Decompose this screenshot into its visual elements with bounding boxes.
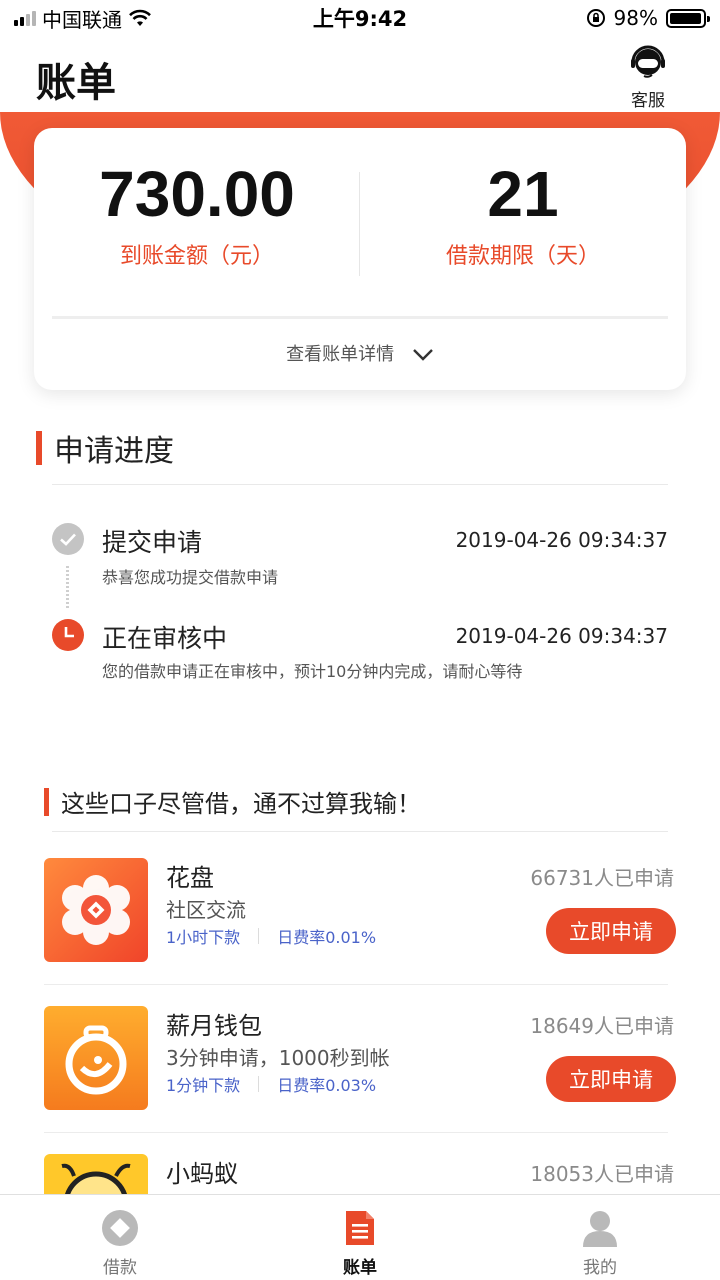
amount-value: 730.00 [99,158,295,230]
loan-tag-speed: 1小时下款 [166,928,241,947]
wifi-icon [129,9,151,26]
clock-icon [52,619,84,651]
step-description: 您的借款申请正在审核中，预计10分钟内完成，请耐心等待 [102,662,523,681]
battery-level [670,12,702,24]
loan-item[interactable]: 花盘 社区交流 1小时下款 日费率0.01% 66731人已申请 立即申请 [0,858,720,1006]
tab-label: 账单 [343,1258,377,1278]
loan-tag-rate: 日费率0.01% [277,928,377,947]
status-bar: 中国联通 上午9:42 98% [0,0,720,36]
loan-item[interactable]: 小蚂蚁 18053人已申请 [0,1154,720,1194]
loan-description: 3分钟申请，1000秒到帐 [166,1046,390,1070]
term-stat: 21 借款期限（天） [360,158,686,270]
tag-separator [258,1076,260,1092]
loans-section-heading: 这些口子尽管借，通不过算我输！ [44,784,421,819]
tab-label: 我的 [583,1258,617,1278]
customer-service-button[interactable]: 客服 [624,44,672,111]
progress-section-title: 申请进度 [54,434,174,469]
huapan-logo-icon [44,858,148,962]
battery-icon [666,8,710,28]
card-divider [52,316,668,319]
progress-section-heading: 申请进度 [36,426,174,470]
term-value: 21 [487,158,559,230]
progress-divider [52,484,668,485]
loan-tag-rate: 日费率0.03% [277,1076,377,1095]
amount-stat: 730.00 到账金额（元） [34,158,360,270]
signal-icon [14,10,36,26]
tag-separator [258,928,260,944]
loan-applicant-count: 66731人已申请 [530,866,674,890]
loan-name: 花盘 [166,864,214,892]
loan-name: 薪月钱包 [166,1012,262,1040]
carrier-name: 中国联通 [42,7,122,32]
bill-summary-card: 730.00 到账金额（元） 21 借款期限（天） 查看账单详情 [34,128,686,390]
chevron-down-icon [413,349,433,361]
loan-tag-speed: 1分钟下款 [166,1076,241,1095]
section-accent-bar [44,787,49,816]
xinyue-logo-icon [44,1006,148,1110]
loan-applicant-count: 18649人已申请 [530,1014,674,1038]
tab-mine[interactable]: 我的 [480,1195,720,1280]
loan-tags: 1小时下款 日费率0.01% [166,924,376,948]
step-title: 正在审核中 [102,624,228,653]
rotation-lock-icon [586,9,605,27]
headset-icon [631,45,665,78]
header: 账单 客服 [0,36,720,112]
loan-divider [44,984,668,985]
loans-divider [52,831,668,832]
tab-loan[interactable]: 借款 [0,1195,240,1280]
battery-percent: 98% [613,6,658,30]
person-icon [583,1211,617,1247]
tab-bill[interactable]: 账单 [240,1195,480,1280]
loan-item[interactable]: 薪月钱包 3分钟申请，1000秒到帐 1分钟下款 日费率0.03% 18649人… [0,1006,720,1154]
apply-now-button[interactable]: 立即申请 [546,1056,676,1102]
loan-diamond-icon [102,1210,138,1246]
step-title: 提交申请 [102,528,203,557]
loan-divider [44,1132,668,1133]
loans-section-title: 这些口子尽管借，通不过算我输！ [61,790,421,818]
page-title: 账单 [36,60,116,106]
apply-now-button[interactable]: 立即申请 [546,908,676,954]
loan-name: 小蚂蚁 [166,1160,238,1188]
ant-logo-icon [44,1154,148,1194]
term-label: 借款期限（天） [445,244,600,269]
step-time: 2019-04-26 09:34:37 [455,624,668,648]
timeline-connector [66,566,69,608]
view-bill-details-link[interactable]: 查看账单详情 [34,340,686,366]
step-time: 2019-04-26 09:34:37 [455,528,668,552]
loan-tags: 1分钟下款 日费率0.03% [166,1072,376,1096]
customer-service-label: 客服 [631,91,665,111]
tab-label: 借款 [103,1258,137,1278]
bill-document-icon [346,1211,374,1245]
loan-applicant-count: 18053人已申请 [530,1162,674,1186]
clock: 上午9:42 [312,7,408,31]
section-accent-bar [36,431,42,465]
bottom-tab-bar: 借款 账单 我的 [0,1194,720,1280]
step-description: 恭喜您成功提交借款申请 [102,568,279,587]
amount-label: 到账金额（元） [119,244,274,269]
check-circle-icon [52,523,84,555]
loan-description: 社区交流 [166,898,246,922]
view-bill-details-label: 查看账单详情 [286,344,395,365]
